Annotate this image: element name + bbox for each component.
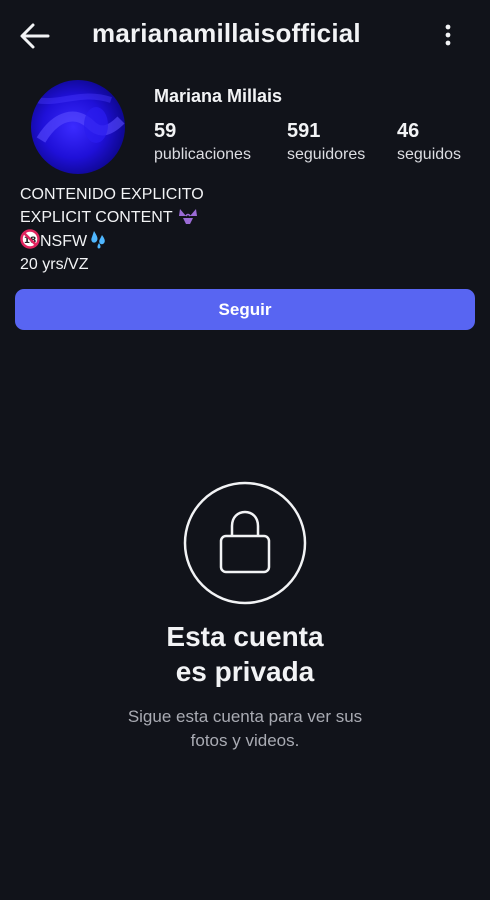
sweat-droplets-icon <box>91 231 105 249</box>
stat-following[interactable]: 46 seguidos <box>397 118 461 166</box>
profile-display-name: Mariana Millais <box>154 86 283 106</box>
profile-username: marianamillaisofficial <box>92 18 361 48</box>
stat-following-value: 46 <box>397 120 420 142</box>
lock-icon <box>183 481 307 605</box>
bio-line-3: 18 NSFW <box>20 229 204 253</box>
stat-posts-value: 59 <box>154 120 177 142</box>
arrow-left-icon[interactable] <box>18 20 52 52</box>
bio-line-2: EXPLICIT CONTENT <box>20 206 204 229</box>
no-under-18-icon: 18 <box>20 229 40 249</box>
private-account-title: Esta cuenta es privada <box>0 619 490 689</box>
bikini-emoji-icon <box>178 209 197 224</box>
bio-line-3-text: NSFW <box>40 233 88 250</box>
private-account-subtitle: Sigue esta cuenta para ver sus fotos y v… <box>0 705 490 753</box>
more-vertical-icon[interactable] <box>438 20 458 50</box>
stat-following-label: seguidos <box>397 146 462 163</box>
stat-posts-label: publicaciones <box>154 146 251 163</box>
bio-line-1: CONTENIDO EXPLICITO <box>20 186 204 203</box>
bio-line-4: 20 yrs/VZ <box>20 256 89 273</box>
private-title-line-1: Esta cuenta <box>166 621 324 652</box>
stat-followers-value: 591 <box>287 120 321 142</box>
avatar[interactable] <box>31 80 125 174</box>
top-bar: marianamillaisofficial <box>0 0 490 70</box>
private-title-line-2: es privada <box>175 656 315 687</box>
private-sub-line-2: fotos y videos. <box>190 731 300 750</box>
profile-bio: CONTENIDO EXPLICITO EXPLICIT CONTENT 18 … <box>20 183 204 276</box>
follow-button[interactable]: Seguir <box>15 289 475 330</box>
bio-line-2-text: EXPLICIT CONTENT <box>20 209 173 226</box>
stat-posts[interactable]: 59 publicaciones <box>154 118 251 166</box>
private-sub-line-1: Sigue esta cuenta para ver sus <box>127 707 363 726</box>
stat-followers[interactable]: 591 seguidores <box>287 118 365 166</box>
stat-followers-label: seguidores <box>287 146 366 163</box>
